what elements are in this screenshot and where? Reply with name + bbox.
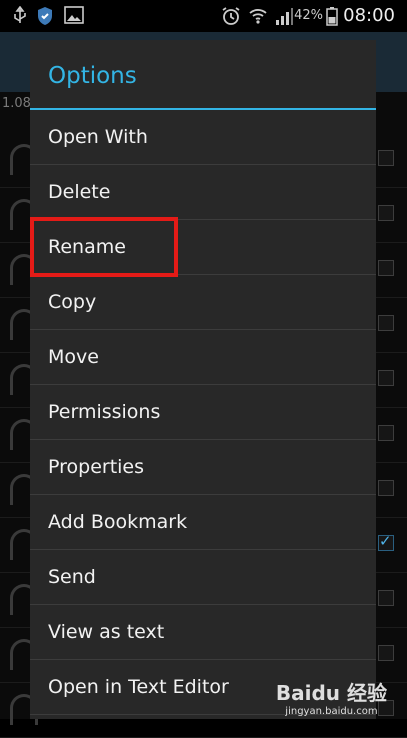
watermark-url: jingyan.baidu.com	[285, 706, 378, 717]
option-move[interactable]: Move	[30, 330, 376, 385]
background-checkbox	[378, 425, 394, 441]
background-breadcrumb: 1.08	[2, 96, 31, 111]
status-bar: 42% 08:00	[0, 0, 407, 32]
image-icon	[64, 6, 84, 28]
option-view-as-text[interactable]: View as text	[30, 605, 376, 660]
background-checkbox	[378, 532, 394, 551]
baidu-watermark: Baidu 经验 jingyan.baidu.com	[276, 677, 387, 717]
shield-icon	[36, 6, 54, 30]
alarm-icon	[221, 6, 241, 30]
battery-percent: 42%	[294, 8, 323, 23]
background-checkbox	[378, 590, 394, 606]
watermark-logo: Baidu 经验	[275, 681, 387, 705]
background-checkbox	[378, 150, 394, 166]
option-open-with[interactable]: Open With	[30, 110, 376, 165]
wifi-icon	[248, 6, 268, 30]
options-dialog: Options Open With Delete Rename Copy Move Per…	[30, 40, 376, 719]
background-checkbox	[378, 260, 394, 276]
clock: 08:00	[343, 5, 395, 26]
option-delete[interactable]: Delete	[30, 165, 376, 220]
background-checkbox	[378, 315, 394, 331]
option-send[interactable]: Send	[30, 550, 376, 605]
option-properties[interactable]: Properties	[30, 440, 376, 495]
background-checkbox	[378, 480, 394, 496]
background-checkbox	[378, 370, 394, 386]
option-add-bookmark[interactable]: Add Bookmark	[30, 495, 376, 550]
battery-icon	[326, 6, 338, 30]
background-checkbox	[378, 205, 394, 221]
signal-icon	[274, 6, 294, 30]
usb-icon	[12, 5, 28, 30]
background-checkbox	[378, 645, 394, 661]
options-list: Open With Delete Rename Copy Move Permissions…	[30, 110, 376, 715]
option-rename[interactable]: Rename	[30, 220, 376, 275]
option-permissions[interactable]: Permissions	[30, 385, 376, 440]
dialog-title: Options	[30, 40, 376, 110]
option-copy[interactable]: Copy	[30, 275, 376, 330]
